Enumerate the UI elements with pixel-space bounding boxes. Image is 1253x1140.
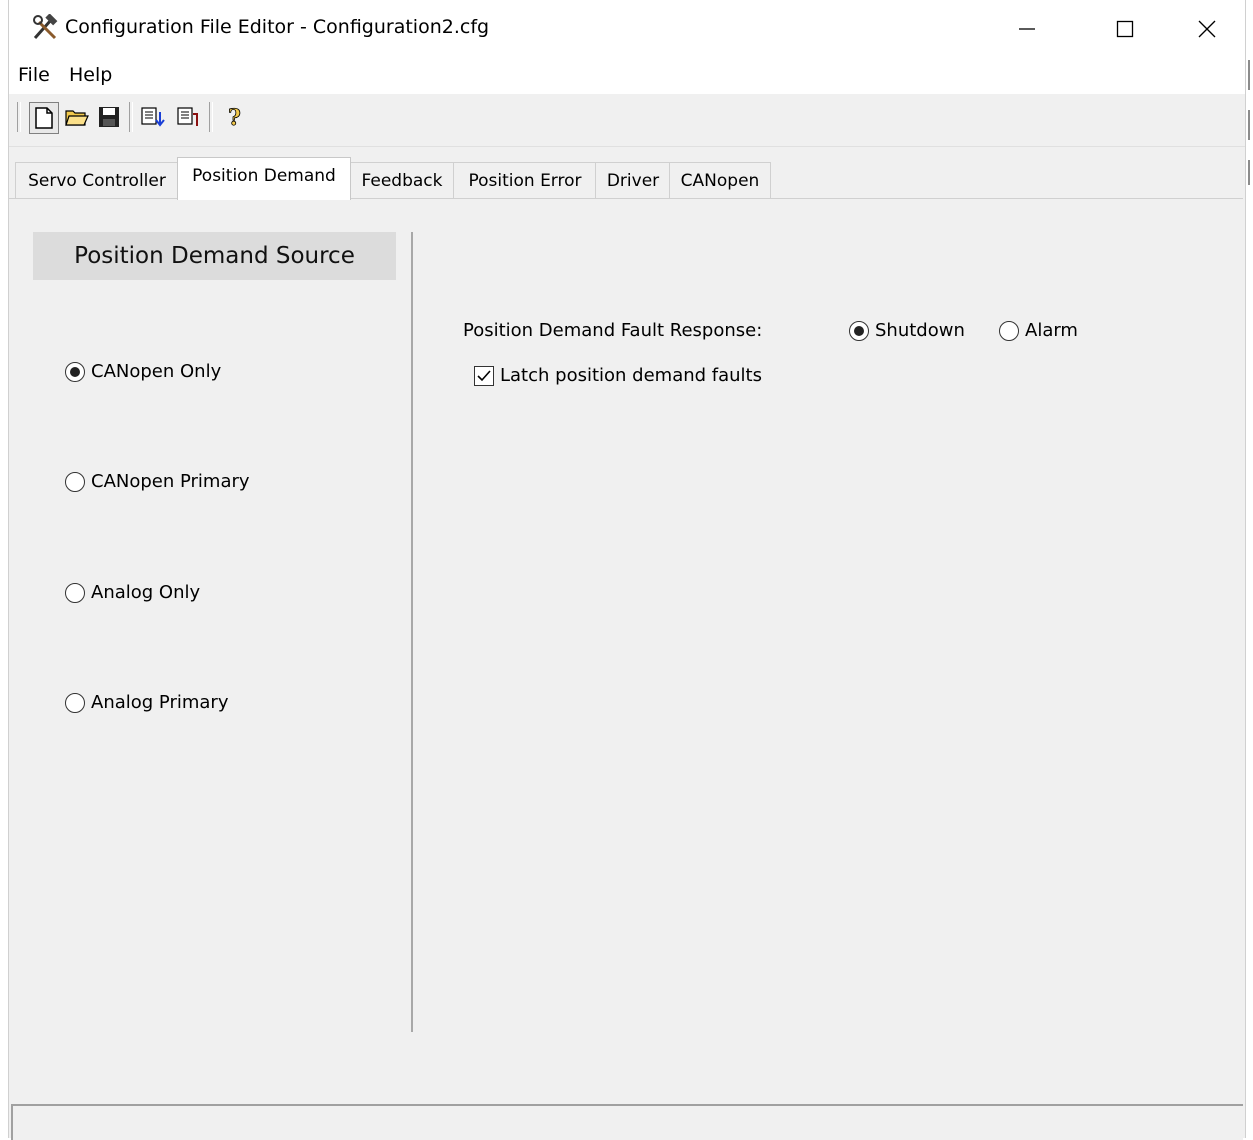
- radio-label: Alarm: [1025, 320, 1078, 341]
- status-bar: [11, 1104, 1243, 1140]
- app-window: Configuration File Editor - Configuratio…: [8, 0, 1246, 1140]
- maximize-button[interactable]: [1099, 10, 1151, 48]
- radio-button[interactable]: [65, 361, 85, 382]
- download-config-icon: [141, 107, 165, 127]
- close-button[interactable]: [1181, 10, 1233, 48]
- title-bar: Configuration File Editor - Configuratio…: [9, 0, 1245, 58]
- toolbar-grip: [17, 102, 21, 132]
- radio-label: CANopen Only: [91, 361, 222, 382]
- radio-label: CANopen Primary: [91, 471, 250, 492]
- tab-strip: Servo Controller Position Demand Feedbac…: [9, 157, 1245, 200]
- download-config-button[interactable]: [139, 102, 167, 132]
- position-demand-source-header: Position Demand Source: [33, 232, 396, 280]
- close-icon: [1198, 20, 1216, 38]
- radio-label: Analog Primary: [91, 692, 229, 713]
- window-title: Configuration File Editor - Configuratio…: [65, 16, 490, 38]
- radio-shutdown[interactable]: Shutdown: [849, 320, 965, 341]
- radio-button[interactable]: [65, 471, 85, 492]
- radio-button[interactable]: [849, 320, 869, 341]
- position-demand-panel: Position Demand Source CANopen Only CANo…: [9, 198, 1243, 1096]
- menu-bar: File Help: [9, 58, 1245, 94]
- tools-icon: [31, 13, 59, 42]
- tab-canopen[interactable]: CANopen: [669, 162, 771, 199]
- tab-position-error[interactable]: Position Error: [453, 162, 597, 199]
- radio-label: Shutdown: [875, 320, 965, 341]
- maximize-icon: [1116, 20, 1134, 38]
- minimize-icon: [1019, 28, 1035, 30]
- tab-position-demand[interactable]: Position Demand: [177, 157, 351, 200]
- radio-canopen-primary[interactable]: CANopen Primary: [65, 471, 250, 492]
- open-folder-icon: [65, 110, 89, 126]
- latch-faults-label: Latch position demand faults: [500, 365, 762, 386]
- menu-file[interactable]: File: [18, 64, 50, 86]
- latch-faults-checkbox-row[interactable]: Latch position demand faults: [474, 365, 762, 386]
- radio-button[interactable]: [65, 582, 85, 603]
- toolbar-separator: [129, 102, 133, 132]
- latch-faults-checkbox[interactable]: [474, 365, 494, 386]
- tab-feedback[interactable]: Feedback: [349, 162, 455, 199]
- fault-response-label: Position Demand Fault Response:: [463, 320, 763, 341]
- upload-config-button[interactable]: [175, 102, 203, 132]
- open-button[interactable]: [63, 102, 91, 132]
- background-window-edge: [1245, 60, 1253, 190]
- radio-alarm[interactable]: Alarm: [999, 320, 1078, 341]
- upload-config-icon: [177, 107, 198, 126]
- radio-label: Analog Only: [91, 582, 201, 603]
- save-button[interactable]: [95, 102, 123, 132]
- save-icon: [99, 107, 119, 127]
- tab-driver[interactable]: Driver: [595, 162, 671, 199]
- checkmark-icon: [477, 369, 491, 381]
- radio-canopen-only[interactable]: CANopen Only: [65, 361, 221, 382]
- vertical-divider: [411, 232, 413, 1032]
- radio-button[interactable]: [65, 692, 85, 713]
- minimize-button[interactable]: [1001, 10, 1053, 48]
- tab-servo-controller[interactable]: Servo Controller: [15, 162, 179, 199]
- help-question-icon: ?: [228, 105, 242, 129]
- new-file-icon: [35, 107, 53, 129]
- radio-analog-primary[interactable]: Analog Primary: [65, 692, 228, 713]
- new-file-button[interactable]: [29, 102, 59, 134]
- radio-button[interactable]: [999, 320, 1019, 341]
- help-button[interactable]: ?: [221, 102, 249, 132]
- svg-text:?: ?: [228, 105, 241, 129]
- toolbar: ?: [9, 94, 1245, 147]
- radio-analog-only[interactable]: Analog Only: [65, 582, 200, 603]
- menu-help[interactable]: Help: [69, 64, 112, 86]
- toolbar-separator: [209, 102, 213, 132]
